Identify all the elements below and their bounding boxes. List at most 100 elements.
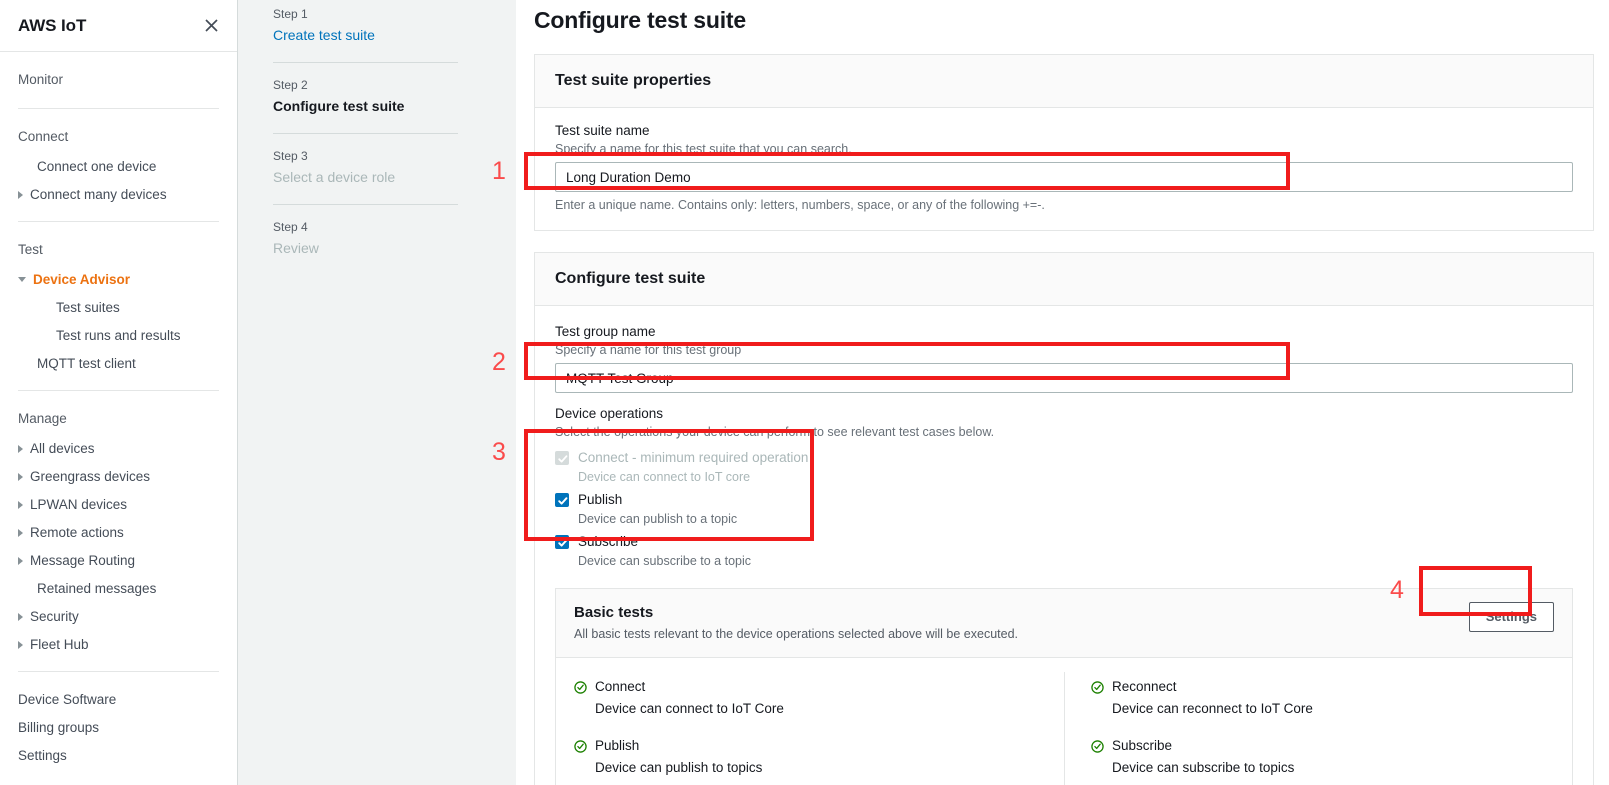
sidebar-item-connect-many-devices[interactable]: Connect many devices: [0, 181, 237, 209]
checkbox-subscribe[interactable]: [555, 535, 569, 549]
chevron-right-icon: [18, 501, 23, 509]
chevron-right-icon: [18, 529, 23, 537]
check-circle-icon: [574, 680, 587, 693]
basic-tests-heading-block: Basic tests All basic tests relevant to …: [574, 602, 1018, 643]
sidebar-item-label: Connect one device: [37, 158, 156, 176]
spacer: [273, 134, 516, 146]
sidebar-item-billing-groups[interactable]: Billing groups: [0, 714, 237, 742]
operation-publish[interactable]: Publish: [555, 490, 1573, 510]
device-operations-label: Device operations: [555, 405, 1573, 423]
test-desc: Device can subscribe to topics: [1091, 755, 1572, 777]
sidebar-item-label: Greengrass devices: [30, 468, 150, 486]
test-suite-name-footnote: Enter a unique name. Contains only: lett…: [555, 192, 1573, 214]
sidebar-item-label: MQTT test client: [37, 355, 136, 373]
test-suite-properties-panel: Test suite properties Test suite name Sp…: [534, 54, 1594, 231]
test-group-name-input[interactable]: [555, 363, 1573, 393]
configure-test-suite-panel: Configure test suite Test group name Spe…: [534, 252, 1594, 785]
basic-tests-subtitle: All basic tests relevant to the device o…: [574, 623, 1018, 643]
test-name-row: Publish: [574, 736, 1064, 755]
sidebar-item-all-devices[interactable]: All devices: [0, 435, 237, 463]
sidebar-item-security[interactable]: Security: [0, 603, 237, 631]
test-item: Subscribe Device can subscribe to topics: [1091, 731, 1572, 785]
sidebar-item-lpwan-devices[interactable]: LPWAN devices: [0, 491, 237, 519]
step-number: Step 2: [273, 75, 458, 93]
sidebar-item-device-advisor[interactable]: Device Advisor: [0, 266, 237, 294]
operation-label: Connect - minimum required operation: [578, 448, 808, 468]
test-desc: Device can publish to topics: [574, 755, 1064, 777]
sidebar-item-label: All devices: [30, 440, 95, 458]
operation-subscribe[interactable]: Subscribe: [555, 532, 1573, 552]
chevron-right-icon: [18, 445, 23, 453]
sidebar-item-label: Device Software: [18, 691, 116, 709]
test-group-name-hint: Specify a name for this test group: [555, 341, 1573, 359]
step-number: Step 1: [273, 4, 458, 22]
panel-body: Test group name Specify a name for this …: [535, 306, 1593, 785]
test-suite-name-label: Test suite name: [555, 122, 1573, 140]
sidebar-item-label: Test runs and results: [56, 327, 181, 345]
device-operations-list: Connect - minimum required operation Dev…: [555, 441, 1573, 574]
sidebar-item-settings[interactable]: Settings: [0, 742, 237, 770]
sidebar-item-connect-one-device[interactable]: Connect one device: [0, 153, 237, 181]
sidebar-heading-connect: Connect: [0, 123, 237, 153]
basic-tests-column-left: Connect Device can connect to IoT Core: [556, 672, 1064, 785]
sidebar-item-label: Billing groups: [18, 719, 99, 737]
test-desc: Device can reconnect to IoT Core: [1091, 696, 1572, 718]
close-icon[interactable]: [201, 16, 221, 36]
sidebar-item-label: Remote actions: [30, 524, 124, 542]
spacer: [273, 63, 516, 75]
chevron-down-icon: [18, 277, 26, 286]
basic-tests-column-right: Reconnect Device can reconnect to IoT Co…: [1064, 672, 1572, 785]
sidebar-item-label: Retained messages: [37, 580, 156, 598]
left-sidebar: AWS IoT Monitor Connect Connect one devi…: [0, 0, 238, 785]
sidebar-item-test-runs-and-results[interactable]: Test runs and results: [0, 322, 237, 350]
device-operations-hint: Select the operations your device can pe…: [555, 423, 1573, 441]
sidebar-item-device-software[interactable]: Device Software: [0, 686, 237, 714]
panel-body: Test suite name Specify a name for this …: [535, 108, 1593, 230]
sidebar-group-connect: Connect Connect one device Connect many …: [0, 109, 237, 221]
sidebar-item-label: Message Routing: [30, 552, 135, 570]
spacer: [273, 205, 516, 217]
test-desc: Device can connect to IoT Core: [574, 696, 1064, 718]
main-content: Configure test suite Test suite properti…: [516, 0, 1609, 785]
sidebar-item-label: Security: [30, 608, 79, 626]
checkbox-publish[interactable]: [555, 493, 569, 507]
page-title: Configure test suite: [534, 0, 1609, 35]
basic-tests-card: Basic tests All basic tests relevant to …: [555, 588, 1573, 785]
test-suite-name-hint: Specify a name for this test suite that …: [555, 140, 1573, 158]
sidebar-title: AWS IoT: [18, 16, 86, 36]
test-item: Connect Device can connect to IoT Core: [574, 672, 1064, 731]
wizard-step-4: Step 4 Review: [273, 217, 486, 275]
step-label: Configure test suite: [273, 93, 458, 133]
sidebar-item-label: Connect many devices: [30, 186, 167, 204]
step-label[interactable]: Create test suite: [273, 22, 458, 62]
sidebar-item-mqtt-test-client[interactable]: MQTT test client: [0, 350, 237, 378]
test-name: Reconnect: [1112, 677, 1177, 696]
check-circle-icon: [574, 739, 587, 752]
sidebar-group-footer: Device Software Billing groups Settings: [0, 672, 237, 782]
sidebar-item-fleet-hub[interactable]: Fleet Hub: [0, 631, 237, 659]
wizard-step-2[interactable]: Step 2 Configure test suite: [273, 75, 486, 133]
sidebar-group-test: Test Device Advisor Test suites Test run…: [0, 222, 237, 390]
sidebar-item-remote-actions[interactable]: Remote actions: [0, 519, 237, 547]
wizard-step-1[interactable]: Step 1 Create test suite: [273, 0, 486, 62]
annotation-number-3: 3: [492, 440, 506, 465]
sidebar-item-monitor[interactable]: Monitor: [0, 66, 237, 96]
annotation-number-2: 2: [492, 350, 506, 375]
sidebar-item-test-suites[interactable]: Test suites: [0, 294, 237, 322]
step-label: Review: [273, 235, 458, 275]
test-name: Subscribe: [1112, 736, 1172, 755]
sidebar-item-message-routing[interactable]: Message Routing: [0, 547, 237, 575]
sidebar-header: AWS IoT: [0, 0, 237, 52]
sidebar-item-label: Test suites: [56, 299, 120, 317]
sidebar-group-monitor: Monitor: [0, 52, 237, 108]
sidebar-item-retained-messages[interactable]: Retained messages: [0, 575, 237, 603]
test-suite-name-input[interactable]: [555, 162, 1573, 192]
sidebar-item-greengrass-devices[interactable]: Greengrass devices: [0, 463, 237, 491]
wizard-steps-nav: Step 1 Create test suite Step 2 Configur…: [238, 0, 516, 785]
sidebar-group-manage: Manage All devices Greengrass devices LP…: [0, 391, 237, 671]
settings-button[interactable]: Settings: [1469, 602, 1554, 632]
operation-desc: Device can publish to a topic: [555, 510, 1573, 532]
check-circle-icon: [1091, 680, 1104, 693]
panel-header: Test suite properties: [535, 55, 1593, 108]
test-name-row: Reconnect: [1091, 677, 1572, 696]
